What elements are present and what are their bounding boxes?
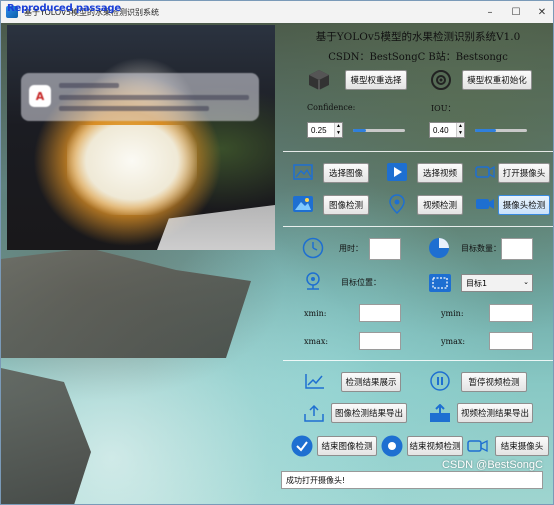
status-message: 成功打开摄像头! [286,475,346,485]
model-weight-select-button[interactable]: 模型权重选择 [345,70,407,90]
camera-detect-button[interactable]: 摄像头检测 [498,195,550,215]
xmax-field [359,332,401,350]
end-image-detect-button[interactable]: 结束图像检测 [317,436,377,456]
image-icon [293,163,313,181]
upload-filled-icon [429,403,451,423]
time-value-field [369,238,401,260]
xmin-field [359,304,401,322]
show-results-button[interactable]: 检测结果展示 [341,372,401,392]
select-video-button[interactable]: 选择视频 [417,163,463,183]
title-bar: 基于YOLOv5模型的水果检测识别系统 Reproduced passage –… [1,1,553,23]
model-weight-init-button[interactable]: 模型权重初始化 [462,70,532,90]
time-label: 用时： [339,244,363,253]
target-position-label: 目标位置： [341,278,381,287]
confidence-spinbox[interactable]: 0.25 ▲ ▼ [307,122,343,138]
video-display: A [7,25,275,250]
section-divider [283,151,553,152]
confidence-label: Confidence: [307,103,356,112]
minimize-button[interactable]: – [477,1,503,23]
ymin-field [489,304,533,322]
location-pin-icon [387,193,407,215]
background-rock [1,368,91,504]
csdn-watermark: CSDN @BestSongC [441,459,543,471]
window-controls: – ☐ ✕ [477,1,553,23]
pause-video-detect-button[interactable]: 暂停视频检测 [461,372,527,392]
iou-label: IOU： [431,104,456,113]
image-detect-button[interactable]: 图像检测 [323,195,369,215]
map-pin-icon [303,271,323,293]
line-chart-icon [305,372,325,390]
video-play-icon [387,162,407,182]
pause-icon [429,370,451,392]
ymax-label: ymax: [441,337,466,346]
stop-circle-icon [381,435,403,457]
target-count-field [501,238,533,260]
panel-subtitle: CSDN：BestSongC B站：Bestsongc [328,52,508,63]
clock-icon [301,236,325,260]
confidence-slider[interactable] [353,129,405,132]
select-image-button[interactable]: 选择图像 [323,163,369,183]
iou-spinbox[interactable]: 0.40 ▲ ▼ [429,122,465,138]
panel-title: 基于YOLOv5模型的水果检测识别系统V1.0 [315,31,521,43]
ymax-field [489,332,533,350]
ymin-label: ymin: [441,309,464,318]
app-notification-icon: A [29,85,51,107]
xmin-label: xmin: [304,309,327,318]
export-image-results-button[interactable]: 图像检测结果导出 [331,403,407,423]
section-divider [283,226,553,227]
target-icon [429,68,453,92]
video-notification-overlay: A [21,73,259,121]
end-video-detect-button[interactable]: 结束视频检测 [407,436,463,456]
open-camera-button[interactable]: 打开摄像头 [498,163,550,183]
status-bar: 成功打开摄像头! [281,471,543,489]
overlay-watermark: Reproduced passage [7,3,121,14]
camera-filled-icon [475,196,495,212]
image-filled-icon [293,195,313,213]
maximize-button[interactable]: ☐ [503,1,529,23]
pie-chart-icon [427,236,451,260]
video-detect-button[interactable]: 视频检测 [417,195,463,215]
iou-slider[interactable] [475,129,527,132]
close-button[interactable]: ✕ [529,1,553,23]
section-divider [283,360,553,361]
bounding-box-icon [429,273,451,293]
target-count-label: 目标数量： [461,244,501,253]
end-camera-button[interactable]: 结束摄像头 [495,436,549,456]
export-video-results-button[interactable]: 视频检测结果导出 [457,403,533,423]
xmax-label: xmax: [304,337,329,346]
camera-off-icon [467,437,489,455]
main-area: A 基于YOLOv5模型的水果检测识别系统V1.0 CSDN：BestSongC… [1,23,553,504]
app-window: 基于YOLOv5模型的水果检测识别系统 Reproduced passage –… [0,0,554,505]
cube-icon [307,68,331,92]
chevron-down-icon: ⌄ [523,278,529,286]
upload-outline-icon [303,403,325,423]
check-circle-icon [291,435,313,457]
target-select[interactable]: 目标1 ⌄ [461,274,533,292]
background-rock [1,248,251,358]
camera-outline-icon [475,164,495,180]
